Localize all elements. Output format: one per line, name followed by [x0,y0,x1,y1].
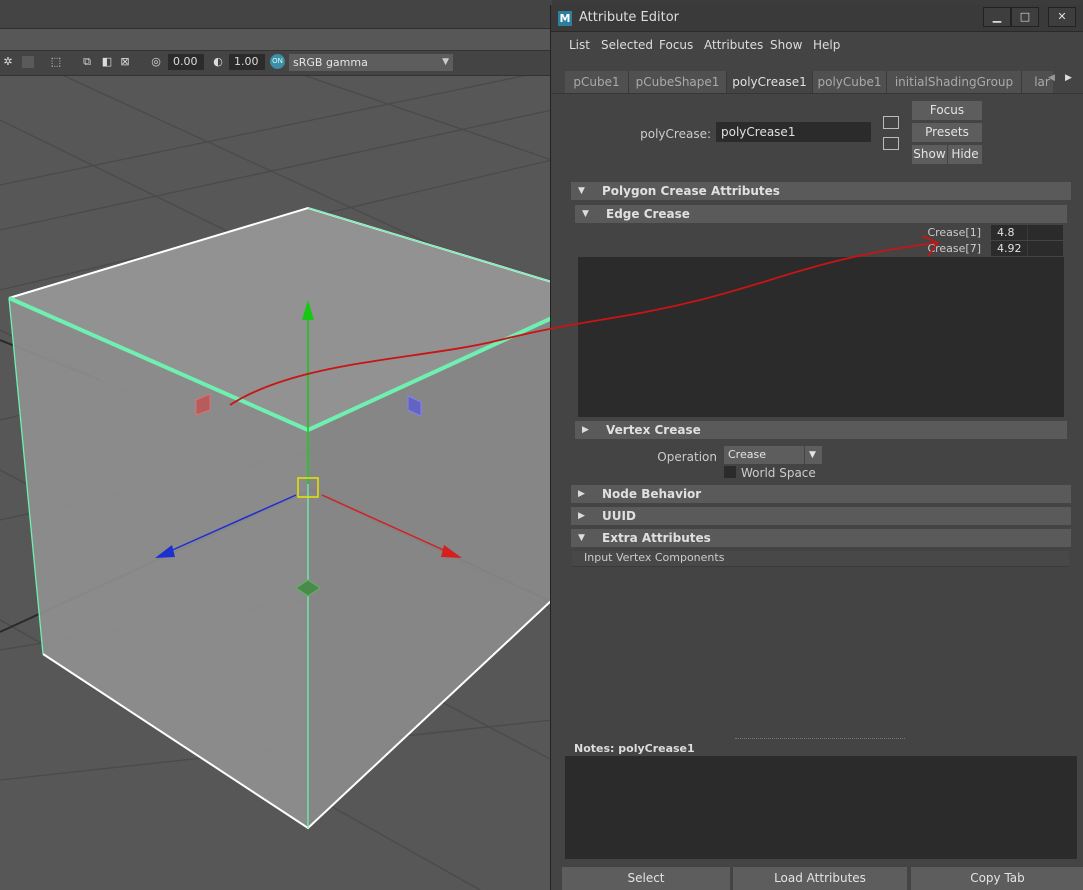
vertex-crease-section[interactable]: ▶ Vertex Crease [575,421,1067,439]
chevron-down-icon: ▼ [442,57,449,67]
xray-joints-icon[interactable]: ⧉ [81,56,93,68]
section-title: UUID [602,509,636,523]
presets-button[interactable]: Presets [912,123,982,142]
attribute-panel: polyCrease: polyCrease1 Focus Presets Sh… [551,93,1083,741]
load-attributes-button[interactable]: Load Attributes [733,867,907,890]
uuid-section[interactable]: ▶ UUID [571,507,1071,525]
crease-label: Crease[7] [927,242,981,255]
polygon-crease-attributes-section[interactable]: ▼ Polygon Crease Attributes [571,182,1071,200]
node-name-field[interactable]: polyCrease1 [716,122,871,142]
3d-viewport[interactable]: ✲ ⬚ ⧉ ◧ ⊠ ◎ 0.00 ◐ 1.00 ON sRGB gamma ▼ [0,0,552,890]
operation-dropdown[interactable]: Crease ▼ [724,446,822,464]
menu-selected[interactable]: Selected [601,38,653,52]
tab-initialshadinggroup[interactable]: initialShadingGroup [887,71,1022,93]
attribute-editor-window: M Attribute Editor ▁ □ ✕ List Selected F… [550,5,1083,890]
viewport-toolbar: ✲ ⬚ ⧉ ◧ ⊠ ◎ 0.00 ◐ 1.00 ON sRGB gamma ▼ [0,50,552,76]
menu-attributes[interactable]: Attributes [704,38,763,52]
node-behavior-section[interactable]: ▶ Node Behavior [571,485,1071,503]
tab-polycube1[interactable]: polyCube1 [813,71,887,93]
xray-active-icon[interactable]: ◧ [101,56,113,68]
menu-list[interactable]: List [569,38,590,52]
crease-slider[interactable] [1027,241,1063,256]
list-item: Crease[1] 4.8 [578,225,1064,241]
section-title: Vertex Crease [606,423,701,437]
input-vertex-components-label: Input Vertex Components [584,551,725,564]
show-button[interactable]: Show [912,145,947,164]
close-icon[interactable]: ✕ [1048,7,1076,27]
caret-right-icon: ▶ [582,425,589,435]
viewport-scene[interactable] [0,0,552,890]
list-item: Crease[7] 4.92 [578,241,1064,257]
chevron-down-icon: ▼ [804,446,820,464]
notes-textarea[interactable] [565,756,1077,859]
menu-help[interactable]: Help [813,38,840,52]
select-button[interactable]: Select [562,867,730,890]
menu-show[interactable]: Show [770,38,802,52]
minimize-icon[interactable]: ▁ [983,7,1011,27]
maya-logo-icon: M [558,11,572,26]
tab-scroll-right-icon[interactable]: ▶ [1065,73,1072,83]
view-transform-value: sRGB gamma [293,56,368,69]
tab-polycrease1[interactable]: polyCrease1 [727,71,813,93]
menu-bar: List Selected Focus Attributes Show Help [551,38,1083,58]
node-tabs: pCube1 pCubeShape1 polyCrease1 polyCube1… [565,71,1053,93]
gamma-icon[interactable]: ◐ [212,56,224,68]
extra-attributes-section[interactable]: ▼ Extra Attributes [571,529,1071,547]
operation-value: Crease [728,448,766,461]
section-title: Polygon Crease Attributes [602,184,780,198]
operation-label: Operation [657,450,717,464]
maximize-icon[interactable]: □ [1011,7,1039,27]
caret-down-icon: ▼ [578,186,585,196]
edge-crease-section[interactable]: ▼ Edge Crease [575,205,1067,223]
isolate-select-icon[interactable] [22,56,34,68]
menu-focus[interactable]: Focus [659,38,693,52]
edge-crease-list[interactable]: Crease[1] 4.8 Crease[7] 4.92 [578,224,1064,417]
notes-label: Notes: polyCrease1 [574,742,695,755]
window-titlebar[interactable]: M Attribute Editor ▁ □ ✕ [551,5,1083,32]
focus-button[interactable]: Focus [912,101,982,120]
caret-down-icon: ▼ [578,533,585,543]
hide-button[interactable]: Hide [948,145,982,164]
node-name-label: polyCrease: [640,127,711,141]
world-space-label: World Space [741,466,816,480]
section-title: Extra Attributes [602,531,711,545]
camera-attributes-icon[interactable]: ✲ [2,56,14,68]
crease-rows: Crease[1] 4.8 Crease[7] 4.92 [578,224,1064,257]
tab-pcube1[interactable]: pCube1 [565,71,629,93]
caret-right-icon: ▶ [578,489,585,499]
gamma-field[interactable]: 1.00 [229,54,265,70]
tab-scroll-left-icon[interactable]: ◀ [1048,73,1055,83]
window-title: Attribute Editor [579,10,680,25]
go-to-input-icon[interactable] [883,116,899,129]
notes-resize-handle[interactable] [735,738,905,739]
cube-mesh[interactable] [8,206,552,830]
section-title: Edge Crease [606,207,690,221]
color-management-toggle-icon[interactable]: ON [270,54,285,69]
exposure-icon[interactable]: ◎ [150,56,162,68]
view-transform-dropdown[interactable]: sRGB gamma ▼ [289,54,453,71]
wireframe-icon[interactable]: ⊠ [119,56,131,68]
crease-label: Crease[1] [927,226,981,239]
tab-pcubeshape1[interactable]: pCubeShape1 [629,71,727,93]
exposure-field[interactable]: 0.00 [168,54,204,70]
input-vertex-components-row: Input Vertex Components [572,551,1069,567]
crease-slider[interactable] [1027,225,1063,240]
xray-icon[interactable]: ⬚ [50,56,62,68]
world-space-checkbox[interactable] [724,466,736,478]
section-title: Node Behavior [602,487,702,501]
caret-right-icon: ▶ [578,511,585,521]
caret-down-icon: ▼ [582,209,589,219]
go-to-output-icon[interactable] [883,137,899,150]
copy-tab-button[interactable]: Copy Tab [911,867,1083,890]
